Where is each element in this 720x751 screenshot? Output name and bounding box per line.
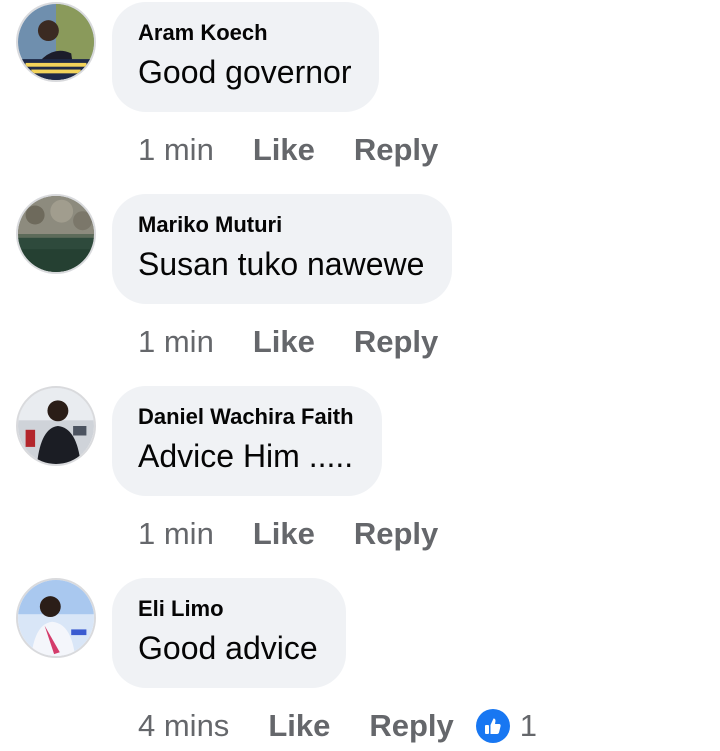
comment-time[interactable]: 1 min [138, 516, 214, 552]
avatar[interactable] [16, 194, 96, 274]
avatar-photo [18, 388, 94, 464]
comment-author[interactable]: Eli Limo [138, 596, 318, 622]
comment-time[interactable]: 1 min [138, 324, 214, 360]
like-button[interactable]: Like [253, 132, 315, 168]
reply-button[interactable]: Reply [369, 708, 453, 744]
comment-actions: 4 mins Like Reply 1 [138, 702, 537, 750]
comment-bubble: Daniel Wachira Faith Advice Him ..... [112, 386, 382, 496]
avatar-photo [18, 196, 94, 272]
reply-button[interactable]: Reply [354, 516, 438, 552]
comment-text: Good advice [138, 630, 318, 666]
comment-bubble: Mariko Muturi Susan tuko nawewe [112, 194, 453, 304]
like-button[interactable]: Like [253, 324, 315, 360]
avatar[interactable] [16, 2, 96, 82]
reply-button[interactable]: Reply [354, 132, 438, 168]
comment-actions: 1 min Like Reply [138, 510, 438, 558]
comment-author[interactable]: Mariko Muturi [138, 212, 424, 238]
comment-time[interactable]: 4 mins [138, 708, 229, 744]
comment-author[interactable]: Aram Koech [138, 20, 351, 46]
avatar-photo [18, 4, 94, 80]
avatar[interactable] [16, 386, 96, 466]
comment-actions: 1 min Like Reply [138, 126, 438, 174]
reaction-count: 1 [519, 708, 538, 743]
comment-time[interactable]: 1 min [138, 132, 214, 168]
avatar[interactable] [16, 578, 96, 658]
comment-text: Susan tuko nawewe [138, 246, 425, 282]
comment-author[interactable]: Daniel Wachira Faith [138, 404, 354, 430]
thumbs-up-icon [475, 709, 510, 743]
avatar-photo [18, 580, 94, 656]
comment-text: Advice Him ..... [138, 438, 354, 474]
reply-button[interactable]: Reply [354, 324, 438, 360]
comment-bubble: Eli Limo Good advice [112, 578, 346, 688]
comment-bubble: Aram Koech Good governor [112, 2, 380, 112]
reaction-summary[interactable]: 1 [475, 708, 538, 744]
like-button[interactable]: Like [268, 708, 330, 744]
like-button[interactable]: Like [253, 516, 315, 552]
comment-actions: 1 min Like Reply [138, 318, 438, 366]
comment-text: Good governor [138, 54, 352, 90]
